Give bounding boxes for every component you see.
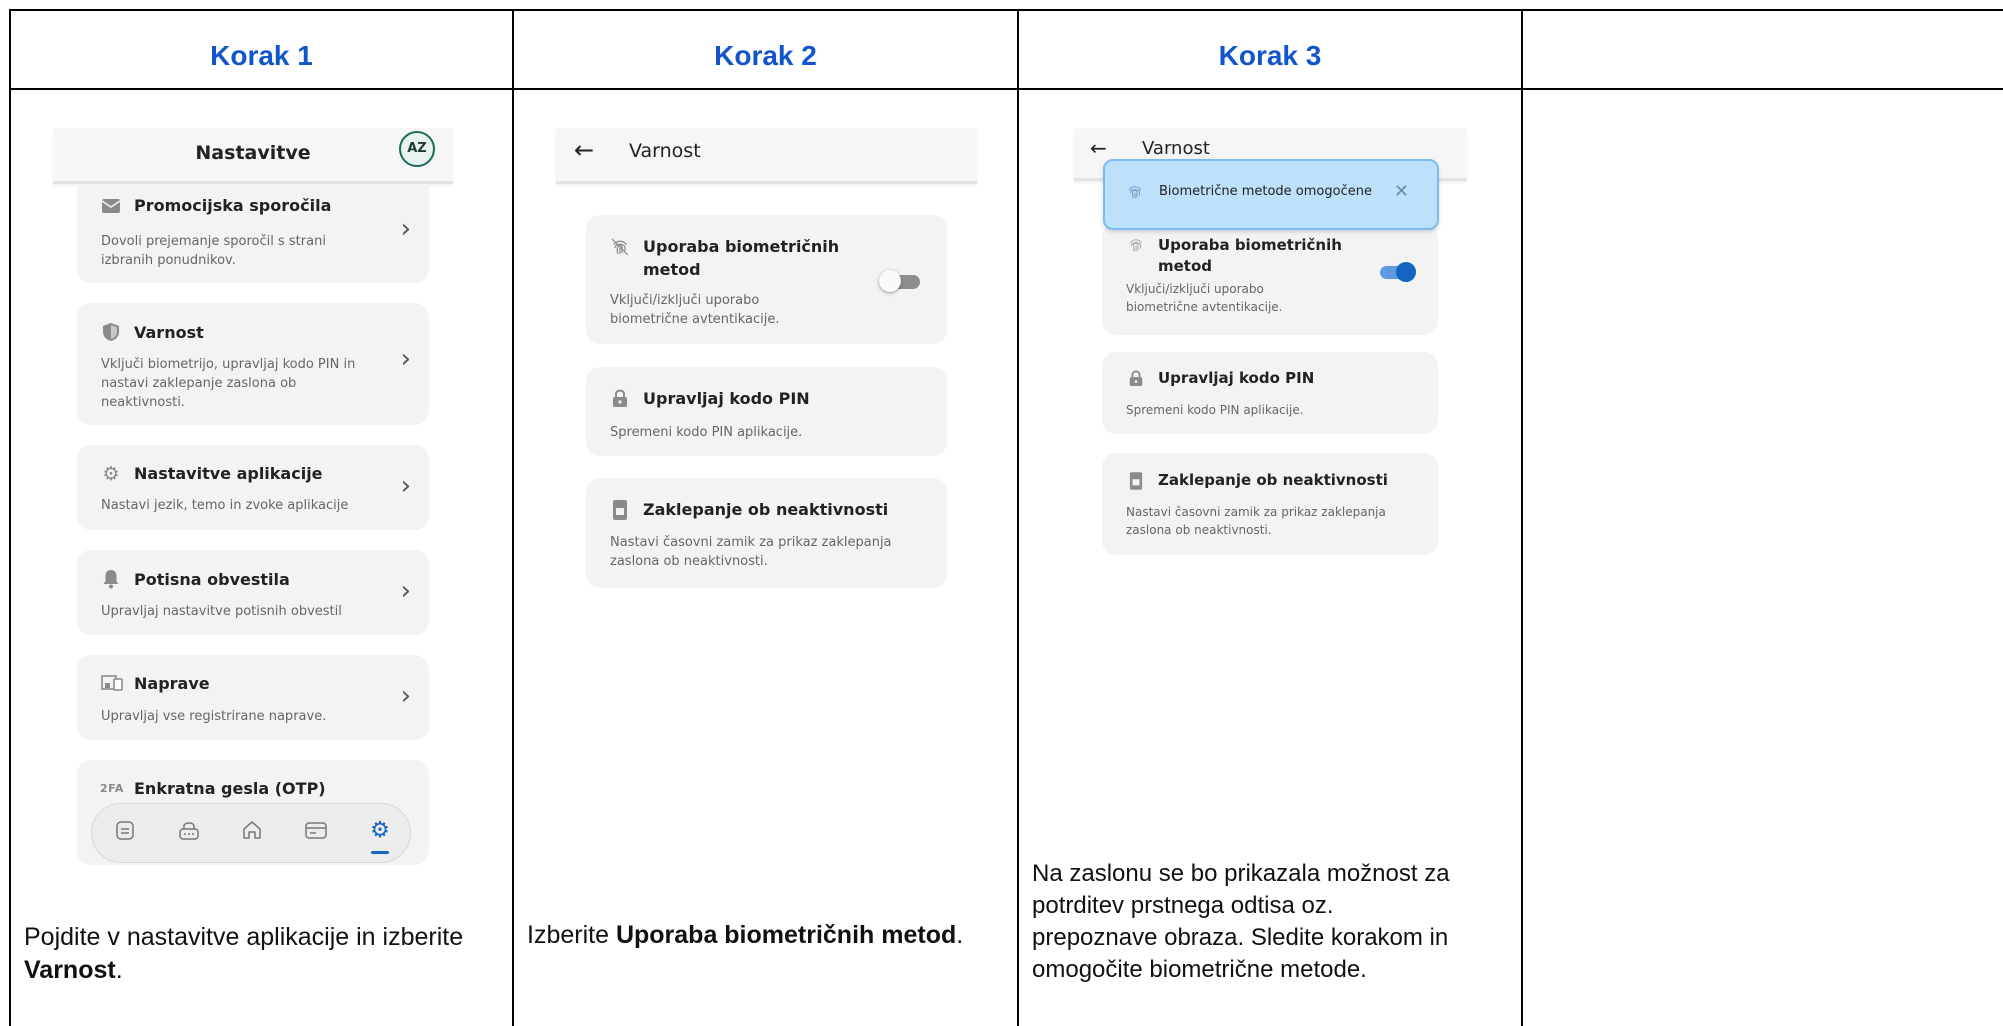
settings-item-app-settings[interactable]: ⚙ Nastavitve aplikacije Nastavi jezik, t… <box>77 445 429 530</box>
chevron-right-icon: › <box>400 214 411 244</box>
gear-icon: ⚙ <box>102 463 120 485</box>
step-3-heading: Korak 3 <box>1218 40 1322 71</box>
settings-item-description: Nastavi jezik, temo in zvoke aplikacije <box>101 498 349 513</box>
settings-item-title: Potisna obvestila <box>134 570 290 589</box>
step1-caption: Pojdite v nastavitve aplikacije in izber… <box>24 923 464 984</box>
manage-pin-card[interactable]: Upravljaj kodo PIN Spremeni kodo PIN apl… <box>586 367 947 456</box>
settings-item-description: Dovoli prejemanje sporočil s strani izbra… <box>101 234 326 268</box>
lock-icon <box>1126 369 1146 389</box>
chevron-right-icon: › <box>400 681 411 711</box>
column-divider-1 <box>512 9 514 1026</box>
manage-pin-description: Spremeni kodo PIN aplikacije. <box>610 425 803 440</box>
screen-title: Nastavitve <box>195 142 311 164</box>
step-1-heading: Korak 1 <box>210 40 313 71</box>
settings-item-security[interactable]: Varnost Vključi biometrijo, upravljaj ko… <box>77 303 429 425</box>
biometric-option-title: Uporaba biometričnih metod <box>1158 236 1342 275</box>
fingerprint-icon <box>1126 236 1146 256</box>
inactivity-lock-description: Nastavi časovni zamik za prikaz zaklepan… <box>1126 505 1386 537</box>
envelope-icon <box>101 198 121 218</box>
chevron-right-icon: › <box>400 344 411 374</box>
card-icon[interactable] <box>304 819 328 843</box>
step3-caption: Na zaslonu se bo prikazala možnost za po… <box>1032 860 1450 983</box>
lock-icon[interactable] <box>177 819 201 843</box>
security-top-bar: ← Varnost <box>556 128 977 184</box>
manage-pin-title: Upravljaj kodo PIN <box>1158 369 1315 387</box>
biometric-enabled-toast: Biometrične metode omogočene ✕ <box>1103 159 1439 230</box>
inactivity-lock-title: Zaklepanje ob neaktivnosti <box>1158 471 1388 489</box>
inactivity-lock-card[interactable]: Zaklepanje ob neaktivnosti Nastavi časov… <box>586 478 947 588</box>
manage-pin-title: Upravljaj kodo PIN <box>643 389 810 408</box>
settings-item-description: Upravljaj nastavitve potisnih obvestil <box>101 604 342 619</box>
chevron-right-icon: › <box>400 471 411 501</box>
column-divider-3 <box>1521 9 1523 1026</box>
fingerprint-icon <box>1125 183 1145 203</box>
home-icon[interactable] <box>240 819 264 843</box>
avatar[interactable]: AZ <box>399 131 435 167</box>
screen-title: Varnost <box>1142 138 1210 159</box>
settings-item-description: Vključi biometrijo, upravljaj kodo PIN i… <box>101 357 356 410</box>
inactivity-lock-description: Nastavi časovni zamik za prikaz zaklepan… <box>610 535 892 569</box>
biometric-option-title: Uporaba biometričnih metod <box>643 237 840 279</box>
settings-item-title: Varnost <box>134 323 204 342</box>
biometric-toggle-on[interactable] <box>1380 262 1416 282</box>
phone-lock-icon <box>1126 471 1146 491</box>
back-arrow-icon[interactable]: ← <box>574 136 594 164</box>
step1-settings-screen: Nastavitve AZ Promocijska sporočila Dovo… <box>53 128 453 868</box>
chevron-right-icon: › <box>400 576 411 606</box>
bottom-navigation-bar: ⚙ <box>91 803 411 863</box>
active-tab-indicator <box>371 851 389 854</box>
list-icon[interactable] <box>113 819 137 843</box>
inactivity-lock-title: Zaklepanje ob neaktivnosti <box>643 500 889 519</box>
toast-message: Biometrične metode omogočene <box>1159 184 1372 199</box>
biometric-option-card[interactable]: Uporaba biometričnih metod Vključi/izklju… <box>1102 223 1438 335</box>
settings-item-title: Naprave <box>134 674 210 693</box>
settings-item-push-notifications[interactable]: Potisna obvestila Upravljaj nastavitve p… <box>77 550 429 635</box>
step2-caption: Izberite Uporaba biometričnih metod. <box>527 921 964 949</box>
table-left-border <box>9 9 11 1026</box>
biometric-option-description: Vključi/izključi uporabo biometrične avte… <box>1126 282 1283 314</box>
close-icon[interactable]: ✕ <box>1394 181 1409 202</box>
2fa-icon: 2FA <box>100 782 124 795</box>
screen-title: Varnost <box>629 140 701 162</box>
back-arrow-icon[interactable]: ← <box>1090 136 1107 160</box>
devices-icon <box>101 675 123 695</box>
fingerprint-icon <box>610 237 630 257</box>
table-top-border <box>9 9 2003 11</box>
step-4-heading <box>1523 40 2001 80</box>
settings-top-bar: Nastavitve AZ <box>53 128 453 184</box>
settings-item-title: Enkratna gesla (OTP) <box>134 779 326 798</box>
header-row-divider <box>9 88 2003 90</box>
biometric-toggle-off[interactable] <box>879 270 920 292</box>
settings-item-description: Upravljaj vse registrirane naprave. <box>101 709 327 724</box>
settings-item-devices[interactable]: Naprave Upravljaj vse registrirane napra… <box>77 655 429 740</box>
bell-icon <box>101 569 121 589</box>
manage-pin-card[interactable]: Upravljaj kodo PIN Spremeni kodo PIN apl… <box>1102 352 1438 434</box>
toggle-knob <box>1396 262 1416 282</box>
manage-pin-description: Spremeni kodo PIN aplikacije. <box>1126 403 1304 417</box>
biometric-option-description: Vključi/izključi uporabo biometrične avte… <box>610 293 780 327</box>
settings-item-promotional-messages[interactable]: Promocijska sporočila Dovoli prejemanje … <box>77 184 429 283</box>
biometric-option-card[interactable]: Uporaba biometričnih metod Vključi/izklju… <box>586 215 947 344</box>
settings-item-title: Nastavitve aplikacije <box>134 464 323 483</box>
phone-lock-icon <box>610 499 630 520</box>
settings-item-title: Promocijska sporočila <box>134 196 332 215</box>
lock-icon <box>610 388 630 408</box>
inactivity-lock-card[interactable]: Zaklepanje ob neaktivnosti Nastavi časov… <box>1102 453 1438 555</box>
gear-icon[interactable]: ⚙ <box>368 819 392 843</box>
column-divider-2 <box>1017 9 1019 1026</box>
step-2-heading: Korak 2 <box>714 40 817 71</box>
toggle-knob <box>879 270 901 292</box>
shield-icon <box>101 322 121 342</box>
step2-security-screen: ← Varnost Uporaba biometričnih metod Vklj… <box>556 128 977 598</box>
